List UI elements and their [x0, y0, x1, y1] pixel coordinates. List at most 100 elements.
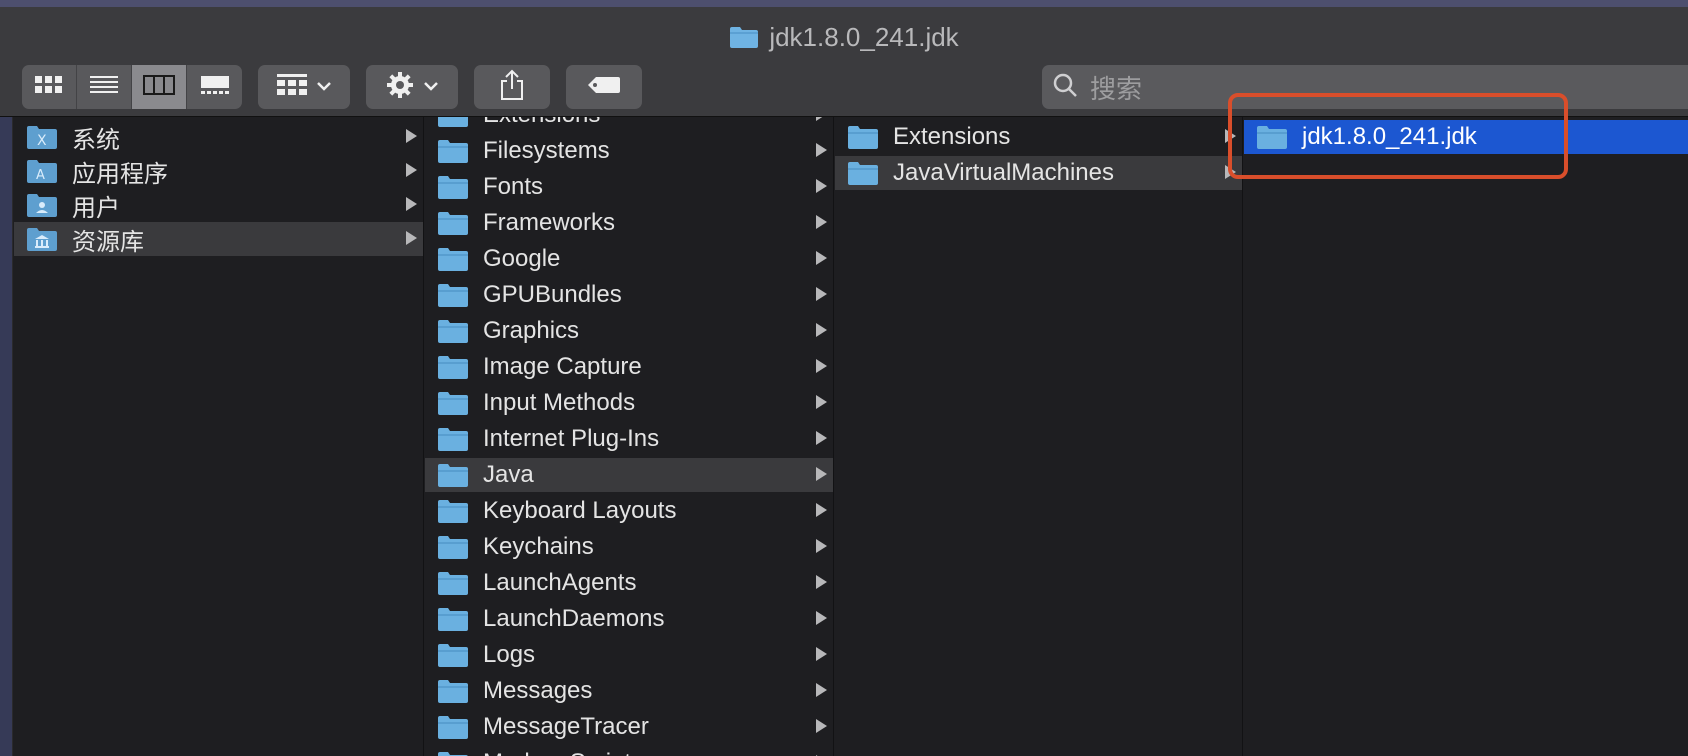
list-item-applications[interactable]: A 应用程序 [14, 154, 423, 188]
folder-icon [437, 462, 469, 488]
list-item-label: Input Methods [483, 389, 636, 416]
list-item-label: Internet Plug-Ins [483, 425, 660, 452]
action-menu-button[interactable] [366, 65, 458, 109]
list-item[interactable]: Fonts [425, 170, 833, 204]
list-item-label: 用户 [72, 194, 120, 222]
folder-icon [437, 498, 469, 524]
group-button[interactable] [258, 65, 350, 109]
tag-button[interactable] [566, 65, 642, 109]
folder-icon [437, 174, 469, 200]
list-item[interactable]: Java [425, 458, 833, 492]
list-view-button[interactable] [77, 65, 132, 109]
share-button[interactable] [474, 65, 550, 109]
list-item[interactable]: Keyboard Layouts [425, 494, 833, 528]
list-item[interactable]: jdk1.8.0_241.jdk [1244, 120, 1688, 154]
disclosure-arrow-icon [406, 231, 417, 245]
list-item[interactable]: JavaVirtualMachines [835, 156, 1242, 190]
disclosure-arrow-icon [816, 179, 827, 193]
list-item-label: Keychains [483, 533, 594, 560]
folder-icon [437, 750, 469, 756]
list-item-label: Image Capture [483, 353, 642, 380]
search-field[interactable]: 搜索 [1042, 65, 1688, 109]
finder-toolbar: jdk1.8.0_241.jdk 搜索 [0, 7, 1688, 117]
folder-icon [437, 210, 469, 236]
view-mode-control [22, 65, 242, 109]
column-library: Extensions Filesystems Fonts Frameworks Goog… [425, 117, 834, 756]
folder-icon [729, 25, 759, 49]
list-item[interactable]: Filesystems [425, 134, 833, 168]
list-item-label: Messages [483, 677, 593, 704]
columns-icon [143, 74, 175, 101]
list-item-label: Filesystems [483, 137, 610, 164]
list-item-users[interactable]: 用户 [14, 188, 423, 222]
search-placeholder: 搜索 [1090, 73, 1143, 104]
list-item[interactable]: Messages [425, 674, 833, 708]
list-item[interactable]: Extensions [425, 117, 833, 132]
folder-icon [437, 534, 469, 560]
list-item[interactable]: Google [425, 242, 833, 276]
list-item-label: jdk1.8.0_241.jdk [1302, 123, 1477, 150]
gallery-view-button[interactable] [187, 65, 242, 109]
list-item-label: Fonts [483, 173, 544, 200]
disclosure-arrow-icon [816, 431, 827, 445]
disclosure-arrow-icon [816, 287, 827, 301]
folder-icon [1256, 124, 1288, 150]
chevron-down-icon [316, 78, 332, 96]
disclosure-arrow-icon [816, 117, 827, 121]
list-item[interactable]: Image Capture [425, 350, 833, 384]
disclosure-arrow-icon [816, 719, 827, 733]
list-item-label: 应用程序 [72, 160, 168, 188]
disclosure-arrow-icon [1225, 129, 1236, 143]
system-folder-icon: X [26, 124, 58, 150]
list-item-system[interactable]: X 系统 [14, 120, 423, 154]
folder-icon [437, 390, 469, 416]
list-item-label: MessageTracer [483, 713, 649, 740]
column-java: Extensions JavaVirtualMachines [835, 117, 1243, 756]
list-item-label: Java [483, 461, 534, 488]
group-grid-icon [276, 73, 308, 102]
window-title: jdk1.8.0_241.jdk [0, 17, 1688, 57]
folder-icon [437, 354, 469, 380]
list-item-library[interactable]: 资源库 [14, 222, 423, 256]
svg-text:X: X [37, 133, 47, 149]
applications-folder-icon: A [26, 158, 58, 184]
gallery-icon [200, 74, 230, 101]
list-item[interactable]: Internet Plug-Ins [425, 422, 833, 456]
list-item-label: Frameworks [483, 209, 616, 236]
folder-icon [437, 570, 469, 596]
disclosure-arrow-icon [406, 197, 417, 211]
list-item-label: GPUBundles [483, 281, 622, 308]
disclosure-arrow-icon [406, 163, 417, 177]
share-icon [499, 69, 525, 106]
list-item[interactable]: Extensions [835, 120, 1242, 154]
list-item-label: LaunchAgents [483, 569, 637, 596]
disclosure-arrow-icon [816, 359, 827, 373]
chevron-down-icon [423, 78, 439, 96]
list-item[interactable]: Keychains [425, 530, 833, 564]
list-item[interactable]: Input Methods [425, 386, 833, 420]
list-item[interactable]: Logs [425, 638, 833, 672]
folder-icon [847, 124, 879, 150]
list-item[interactable]: LaunchAgents [425, 566, 833, 600]
disclosure-arrow-icon [816, 503, 827, 517]
list-item[interactable]: Modem Scripts [425, 746, 833, 756]
column-view-button[interactable] [132, 65, 187, 109]
disclosure-arrow-icon [816, 539, 827, 553]
list-item[interactable]: Graphics [425, 314, 833, 348]
list-item-label: 资源库 [72, 228, 144, 256]
list-item[interactable]: Frameworks [425, 206, 833, 240]
folder-icon [437, 714, 469, 740]
disclosure-arrow-icon [406, 129, 417, 143]
list-item[interactable]: LaunchDaemons [425, 602, 833, 636]
library-folder-icon [26, 226, 58, 252]
list-item[interactable]: MessageTracer [425, 710, 833, 744]
svg-text:A: A [36, 168, 45, 183]
users-folder-icon [26, 192, 58, 218]
list-item-label: Logs [483, 641, 536, 668]
icon-view-button[interactable] [22, 65, 77, 109]
disclosure-arrow-icon [816, 467, 827, 481]
folder-icon [437, 117, 469, 128]
list-item[interactable]: GPUBundles [425, 278, 833, 312]
list-item-label: Graphics [483, 317, 580, 344]
folder-icon [437, 138, 469, 164]
